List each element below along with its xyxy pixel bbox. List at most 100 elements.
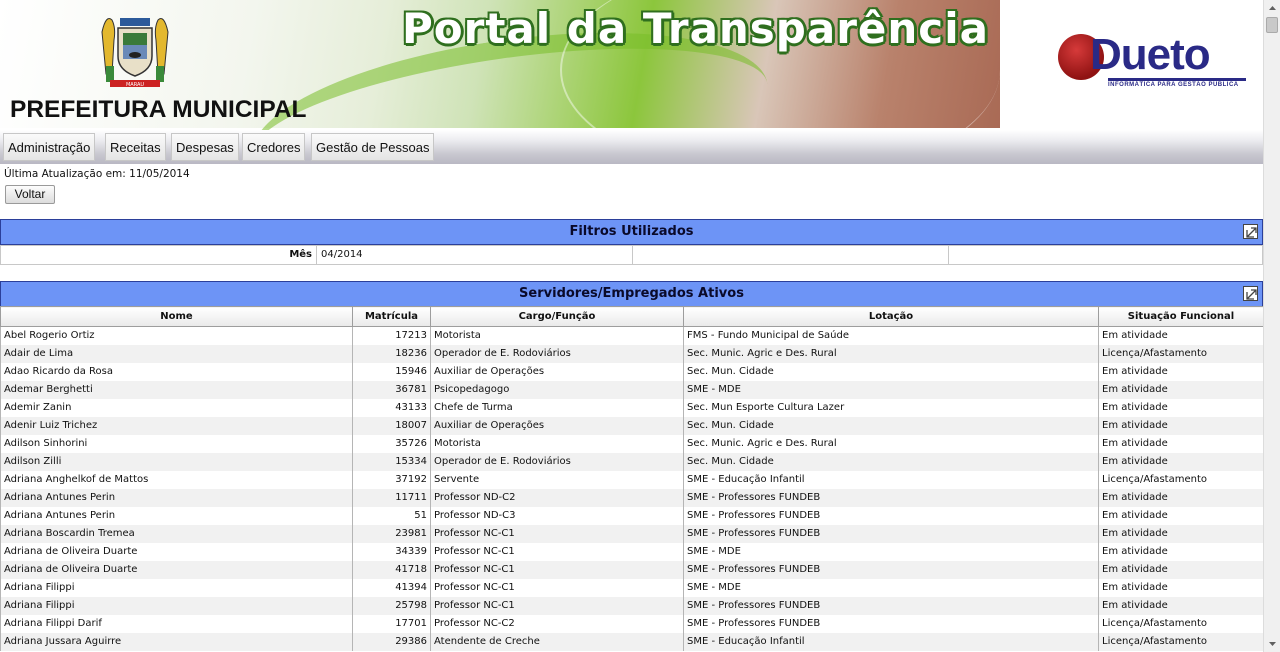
expand-icon[interactable] (1243, 224, 1258, 239)
cell-cargo: Servente (430, 470, 684, 489)
table-row: Adenir Luiz Trichez 18007 Auxiliar de Oper… (0, 416, 1264, 435)
cell-nome: Adriana Filippi (0, 578, 353, 597)
cell-cargo: Professor NC-C2 (430, 614, 684, 633)
cell-nome: Adriana Antunes Perin (0, 488, 353, 507)
cell-situacao: Em atividade (1098, 362, 1264, 381)
cell-nome: Adriana de Oliveira Duarte (0, 560, 353, 579)
cell-cargo: Professor NC-C1 (430, 578, 684, 597)
scroll-down-icon[interactable] (1264, 636, 1280, 652)
portal-title: Portal da Transparência (402, 4, 989, 53)
cell-lotacao: SME - Professores FUNDEB (683, 506, 1099, 525)
table-row: Abel Rogerio Ortiz 17213 Motorista FMS - Fu… (0, 326, 1264, 345)
cell-cargo: Operador de E. Rodoviários (430, 344, 684, 363)
cell-matricula: 34339 (352, 542, 431, 561)
last-update-text: Última Atualização em: 11/05/2014 (4, 168, 190, 180)
scroll-up-icon[interactable] (1264, 0, 1280, 16)
servidores-table: Nome Matrícula Cargo/Função Lotação Situ… (0, 306, 1264, 651)
table-row: Adriana Antunes Perin 51 Professor ND-C3 SM… (0, 506, 1264, 525)
cell-situacao: Em atividade (1098, 506, 1264, 525)
cell-situacao: Em atividade (1098, 434, 1264, 453)
cell-lotacao: Sec. Mun. Cidade (683, 416, 1099, 435)
cell-cargo: Professor NC-C1 (430, 596, 684, 615)
cell-matricula: 23981 (352, 524, 431, 543)
column-header-nome[interactable]: Nome (0, 306, 353, 327)
cell-lotacao: SME - Professores FUNDEB (683, 524, 1099, 543)
cell-lotacao: Sec. Mun. Cidade (683, 452, 1099, 471)
cell-cargo: Professor NC-C1 (430, 560, 684, 579)
cell-lotacao: SME - Educação Infantil (683, 632, 1099, 651)
column-header-cargo[interactable]: Cargo/Função (430, 306, 684, 327)
cell-situacao: Em atividade (1098, 542, 1264, 561)
cell-lotacao: Sec. Munic. Agric e Des. Rural (683, 434, 1099, 453)
svg-text:MARAU: MARAU (126, 82, 144, 88)
cell-cargo: Auxiliar de Operações (430, 416, 684, 435)
cell-situacao: Em atividade (1098, 596, 1264, 615)
cell-situacao: Licença/Afastamento (1098, 344, 1264, 363)
cell-matricula: 18007 (352, 416, 431, 435)
cell-nome: Adao Ricardo da Rosa (0, 362, 353, 381)
cell-lotacao: SME - Professores FUNDEB (683, 614, 1099, 633)
nav-item-administracao[interactable]: Administração (3, 133, 96, 161)
table-row: Adilson Sinhorini 35726 Motorista Sec. Muni… (0, 434, 1264, 453)
expand-icon[interactable] (1243, 286, 1258, 301)
table-row: Adilson Zilli 15334 Operador de E. Rodoviá… (0, 452, 1264, 471)
nav-item-gestao-de-pessoas[interactable]: Gestão de Pessoas (311, 133, 435, 161)
filter-label: Mês (1, 246, 317, 264)
cell-lotacao: SME - Professores FUNDEB (683, 488, 1099, 507)
cell-nome: Ademar Berghetti (0, 380, 353, 399)
column-header-situacao[interactable]: Situação Funcional (1098, 306, 1264, 327)
table-row: Adriana Filippi Darif 17701 Professor NC-C… (0, 614, 1264, 633)
cell-nome: Abel Rogerio Ortiz (0, 326, 353, 345)
page-scrollbar[interactable] (1263, 0, 1280, 652)
table-row: Adriana de Oliveira Duarte 41718 Professor… (0, 560, 1264, 579)
cell-lotacao: Sec. Munic. Agric e Des. Rural (683, 344, 1099, 363)
table-row: Adriana Jussara Aguirre 29386 Atendente de… (0, 632, 1264, 651)
filter-empty-cell (633, 246, 949, 264)
cell-cargo: Atendente de Creche (430, 632, 684, 651)
cell-matricula: 35726 (352, 434, 431, 453)
cell-cargo: Psicopedagogo (430, 380, 684, 399)
cell-situacao: Em atividade (1098, 416, 1264, 435)
cell-matricula: 18236 (352, 344, 431, 363)
cell-cargo: Professor NC-C1 (430, 524, 684, 543)
cell-situacao: Em atividade (1098, 578, 1264, 597)
cell-lotacao: SME - Professores FUNDEB (683, 596, 1099, 615)
header-banner: MARAU Portal da Transparência PREFEITURA… (0, 0, 1263, 130)
cell-situacao: Licença/Afastamento (1098, 632, 1264, 651)
cell-matricula: 41718 (352, 560, 431, 579)
cell-lotacao: SME - Educação Infantil (683, 470, 1099, 489)
table-row: Adriana Antunes Perin 11711 Professor ND-C… (0, 488, 1264, 507)
nav-item-receitas[interactable]: Receitas (105, 133, 166, 161)
table-row: Ademar Berghetti 36781 Psicopedagogo SME - … (0, 380, 1264, 399)
column-header-lotacao[interactable]: Lotação (683, 306, 1099, 327)
cell-matricula: 17701 (352, 614, 431, 633)
cell-matricula: 37192 (352, 470, 431, 489)
cell-situacao: Em atividade (1098, 488, 1264, 507)
cell-cargo: Motorista (430, 326, 684, 345)
cell-matricula: 25798 (352, 596, 431, 615)
table-row: Adao Ricardo da Rosa 15946 Auxiliar de Ope… (0, 362, 1264, 381)
cell-lotacao: SME - MDE (683, 542, 1099, 561)
filter-value: 04/2014 (317, 246, 633, 264)
cell-nome: Adilson Zilli (0, 452, 353, 471)
cell-lotacao: SME - Professores FUNDEB (683, 560, 1099, 579)
cell-matricula: 15946 (352, 362, 431, 381)
nav-item-despesas[interactable]: Despesas (171, 133, 239, 161)
main-nav: Administração Receitas Despesas Credores… (0, 130, 1263, 164)
servidores-title: Servidores/Empregados Ativos (519, 286, 744, 301)
servidores-panel-title: Servidores/Empregados Ativos (0, 281, 1263, 307)
prefeitura-label: PREFEITURA MUNICIPAL (10, 96, 307, 123)
cell-lotacao: Sec. Mun Esporte Cultura Lazer (683, 398, 1099, 417)
cell-nome: Ademir Zanin (0, 398, 353, 417)
cell-situacao: Em atividade (1098, 524, 1264, 543)
dueto-tagline: INFORMÁTICA PARA GESTÃO PÚBLICA (1108, 82, 1239, 88)
voltar-button[interactable]: Voltar (5, 185, 55, 204)
cell-nome: Adenir Luiz Trichez (0, 416, 353, 435)
cell-situacao: Em atividade (1098, 326, 1264, 345)
scroll-thumb[interactable] (1266, 17, 1278, 33)
table-header-row: Nome Matrícula Cargo/Função Lotação Situ… (0, 306, 1264, 327)
column-header-matricula[interactable]: Matrícula (352, 306, 431, 327)
cell-situacao: Em atividade (1098, 560, 1264, 579)
cell-lotacao: SME - MDE (683, 380, 1099, 399)
nav-item-credores[interactable]: Credores (242, 133, 306, 161)
